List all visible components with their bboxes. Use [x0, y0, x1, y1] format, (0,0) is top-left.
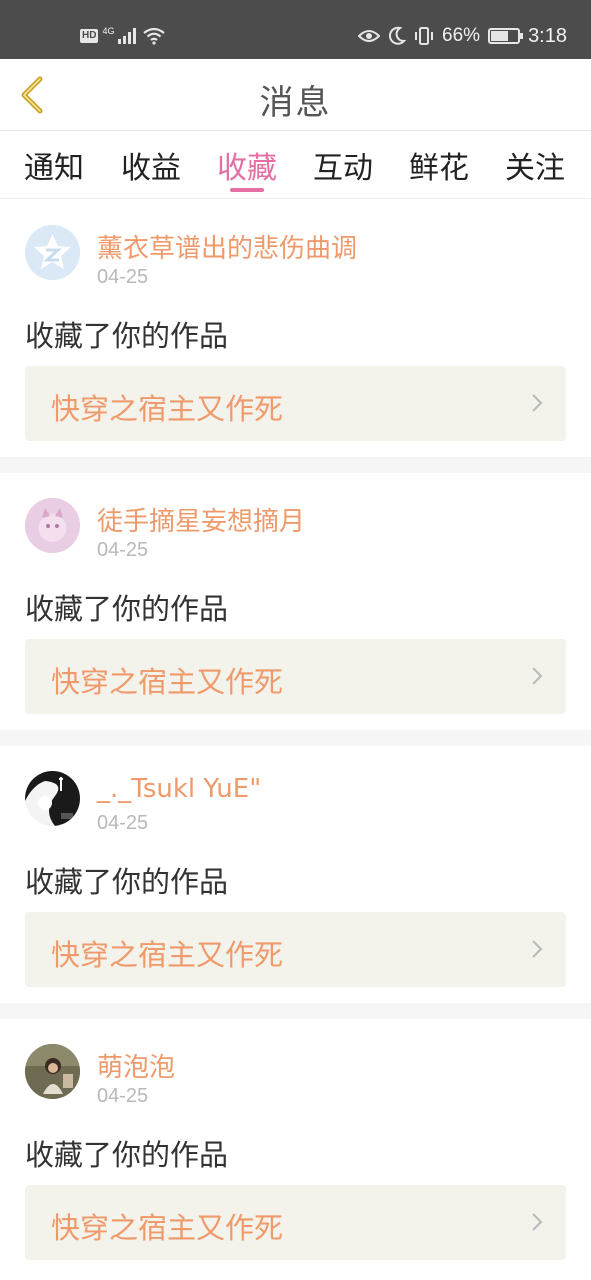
action-text: 收藏了你的作品 [25, 592, 229, 626]
work-link[interactable]: 快穿之宿主又作死 [25, 1185, 566, 1260]
tab-flowers[interactable]: 鲜花 [399, 143, 479, 187]
user-avatar[interactable] [25, 498, 80, 553]
message-card: _._Tsukl YuE" 04-25 收藏了你的作品 快穿之宿主又作死 [0, 746, 591, 1003]
active-tab-indicator [230, 188, 264, 192]
monochrome-avatar-icon [25, 771, 80, 826]
battery-icon [488, 28, 524, 44]
battery-percent: 66% [442, 25, 481, 46]
message-card: 徒手摘星妄想摘月 04-25 收藏了你的作品 快穿之宿主又作死 [0, 473, 591, 730]
card-separator [0, 1003, 591, 1019]
tab-notifications[interactable]: 通知 [14, 143, 94, 187]
page-title: 消息 [259, 83, 332, 123]
wifi-icon [143, 27, 166, 45]
work-title: 快穿之宿主又作死 [51, 665, 284, 699]
chevron-right-icon [532, 394, 543, 412]
work-link[interactable]: 快穿之宿主又作死 [25, 366, 566, 441]
card-separator [0, 730, 591, 746]
username[interactable]: 徒手摘星妄想摘月 [97, 501, 305, 538]
message-card: 萌泡泡 04-25 收藏了你的作品 快穿之宿主又作死 [0, 1019, 591, 1276]
message-date: 04-25 [97, 539, 149, 561]
tab-interactions[interactable]: 互动 [303, 143, 383, 187]
message-date: 04-25 [97, 266, 149, 288]
action-text: 收藏了你的作品 [25, 865, 229, 899]
status-right-icons: 66% 3:18 [358, 22, 567, 50]
vibrate-icon [415, 27, 434, 45]
chevron-right-icon [532, 667, 543, 685]
user-avatar[interactable] [25, 225, 80, 280]
username[interactable]: _._Tsukl YuE" [97, 774, 261, 804]
chevron-right-icon [532, 940, 543, 958]
tab-earnings[interactable]: 收益 [111, 143, 191, 187]
username[interactable]: 萌泡泡 [97, 1047, 175, 1084]
work-link[interactable]: 快穿之宿主又作死 [25, 639, 566, 714]
message-date: 04-25 [97, 1085, 149, 1107]
message-date: 04-25 [97, 812, 149, 834]
qzone-default-avatar-icon [25, 225, 80, 280]
signal-icon [118, 28, 137, 44]
pink-cat-avatar-icon [25, 498, 80, 553]
tab-bar: 通知 收益 收藏 互动 鲜花 关注 [0, 131, 591, 199]
work-title: 快穿之宿主又作死 [51, 938, 284, 972]
moon-icon [389, 26, 407, 45]
status-time: 3:18 [528, 24, 567, 47]
user-avatar[interactable] [25, 1044, 80, 1099]
tab-favorites[interactable]: 收藏 [207, 143, 287, 187]
battery-fill [491, 31, 509, 41]
card-separator [0, 457, 591, 473]
work-link[interactable]: 快穿之宿主又作死 [25, 912, 566, 987]
action-text: 收藏了你的作品 [25, 319, 229, 353]
status-left-icons: HD 4G [80, 24, 166, 48]
work-title: 快穿之宿主又作死 [51, 1211, 284, 1245]
work-title: 快穿之宿主又作死 [51, 392, 284, 426]
user-avatar[interactable] [25, 771, 80, 826]
message-card: 薰衣草谱出的悲伤曲调 04-25 收藏了你的作品 快穿之宿主又作死 [0, 200, 591, 457]
action-text: 收藏了你的作品 [25, 1138, 229, 1172]
header: 消息 [0, 59, 591, 131]
hd-badge: HD [80, 29, 99, 43]
network-type: 4G [102, 26, 115, 36]
eye-comfort-icon [358, 30, 381, 42]
status-bar: HD 4G 66% 3:18 [0, 0, 591, 59]
username[interactable]: 薰衣草谱出的悲伤曲调 [97, 228, 357, 265]
tab-follows[interactable]: 关注 [495, 143, 575, 187]
photo-avatar-icon [25, 1044, 80, 1099]
chevron-right-icon [532, 1213, 543, 1231]
